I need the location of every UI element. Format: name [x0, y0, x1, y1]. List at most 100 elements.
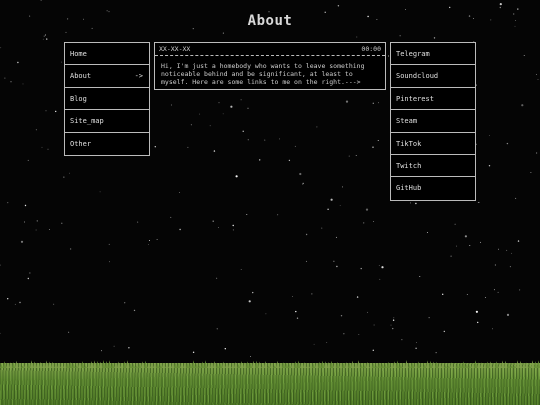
grass-blade	[96, 360, 99, 368]
star	[109, 261, 110, 263]
grass-blade	[384, 364, 387, 368]
grass-blade	[108, 360, 111, 368]
link-twitch[interactable]: Twitch	[391, 155, 475, 178]
link-telegram[interactable]: Telegram	[391, 43, 475, 66]
star	[240, 268, 242, 270]
link-soundcloud[interactable]: Soundcloud	[391, 65, 475, 88]
star	[511, 252, 513, 254]
grass-blade	[138, 363, 141, 368]
grass-blade	[231, 365, 234, 368]
star	[321, 227, 323, 229]
star	[345, 100, 349, 103]
nav-item-blog[interactable]: Blog	[65, 88, 149, 111]
star	[480, 241, 481, 243]
star	[442, 293, 444, 295]
star	[521, 104, 524, 107]
star	[247, 107, 249, 109]
grass-blade	[210, 362, 213, 368]
star	[506, 313, 510, 316]
grass-blade	[204, 360, 207, 368]
grass-blade	[516, 360, 519, 368]
star	[443, 330, 445, 333]
link-pinterest[interactable]: Pinterest	[391, 88, 475, 111]
nav-item-other[interactable]: Other	[65, 133, 149, 155]
grass-blade	[216, 363, 219, 368]
grass-blade	[12, 361, 15, 368]
grass-blade	[18, 365, 21, 368]
grass-blade	[135, 365, 138, 368]
star	[0, 47, 2, 49]
grass-blade	[336, 361, 339, 368]
star	[17, 61, 19, 64]
grass-blade	[333, 363, 336, 368]
star	[69, 172, 70, 174]
grass-blade	[54, 365, 57, 368]
link-tiktok[interactable]: TikTok	[391, 133, 475, 155]
grass-blade	[246, 361, 249, 368]
nav-item-site-map[interactable]: Site_map	[65, 110, 149, 133]
star	[469, 245, 471, 246]
star	[14, 303, 16, 305]
star	[45, 110, 47, 112]
grass-blade	[126, 360, 129, 368]
grass-blade	[99, 361, 102, 368]
grass-blade	[249, 362, 252, 368]
star	[381, 266, 384, 269]
grass-blade	[354, 364, 357, 368]
grass-blade	[165, 365, 168, 368]
star	[4, 77, 6, 79]
grass-blade	[129, 363, 132, 368]
grass-blade	[273, 365, 276, 368]
star	[217, 226, 219, 228]
star	[179, 228, 181, 231]
grass-blade	[183, 363, 186, 368]
post-header: XX-XX-XX 00:00	[155, 43, 385, 56]
star	[230, 105, 233, 108]
grass-blade	[162, 363, 165, 368]
star	[311, 293, 313, 295]
link-steam[interactable]: Steam	[391, 110, 475, 133]
grass-blade	[345, 362, 348, 368]
grass-blade	[459, 363, 462, 368]
nav-item-home[interactable]: Home	[65, 43, 149, 66]
nav-item-about[interactable]: About ->	[65, 65, 149, 88]
grass-blade	[531, 360, 534, 368]
star	[259, 159, 261, 161]
star	[316, 126, 318, 128]
grass-blade	[267, 365, 270, 368]
grass-blade	[399, 364, 402, 368]
grass-blade	[186, 363, 189, 368]
grass-blade	[528, 364, 531, 368]
star	[523, 55, 525, 56]
grass-blade	[174, 362, 177, 368]
star	[216, 277, 218, 279]
grass-blade	[330, 360, 333, 368]
star	[265, 313, 267, 315]
grass-blade	[321, 360, 324, 368]
star	[232, 224, 234, 227]
grass-blade	[252, 360, 255, 368]
grass-blade	[237, 364, 240, 368]
star	[24, 221, 25, 223]
star	[378, 102, 379, 104]
star	[302, 182, 304, 185]
star	[108, 243, 110, 245]
star	[348, 155, 350, 157]
star	[99, 191, 101, 193]
star	[0, 264, 1, 266]
star	[475, 310, 478, 313]
star	[68, 331, 70, 333]
link-github[interactable]: GitHub	[391, 177, 475, 199]
grass-blade	[30, 360, 33, 368]
grass-blade	[513, 365, 516, 368]
star	[7, 298, 9, 300]
star	[477, 321, 479, 324]
grass-blade	[264, 360, 267, 368]
star	[279, 138, 280, 140]
star	[367, 311, 369, 313]
grass-blade	[51, 361, 54, 368]
star	[342, 186, 343, 188]
grass-blade	[297, 360, 300, 368]
star	[506, 142, 509, 145]
grass-blade	[471, 364, 474, 368]
